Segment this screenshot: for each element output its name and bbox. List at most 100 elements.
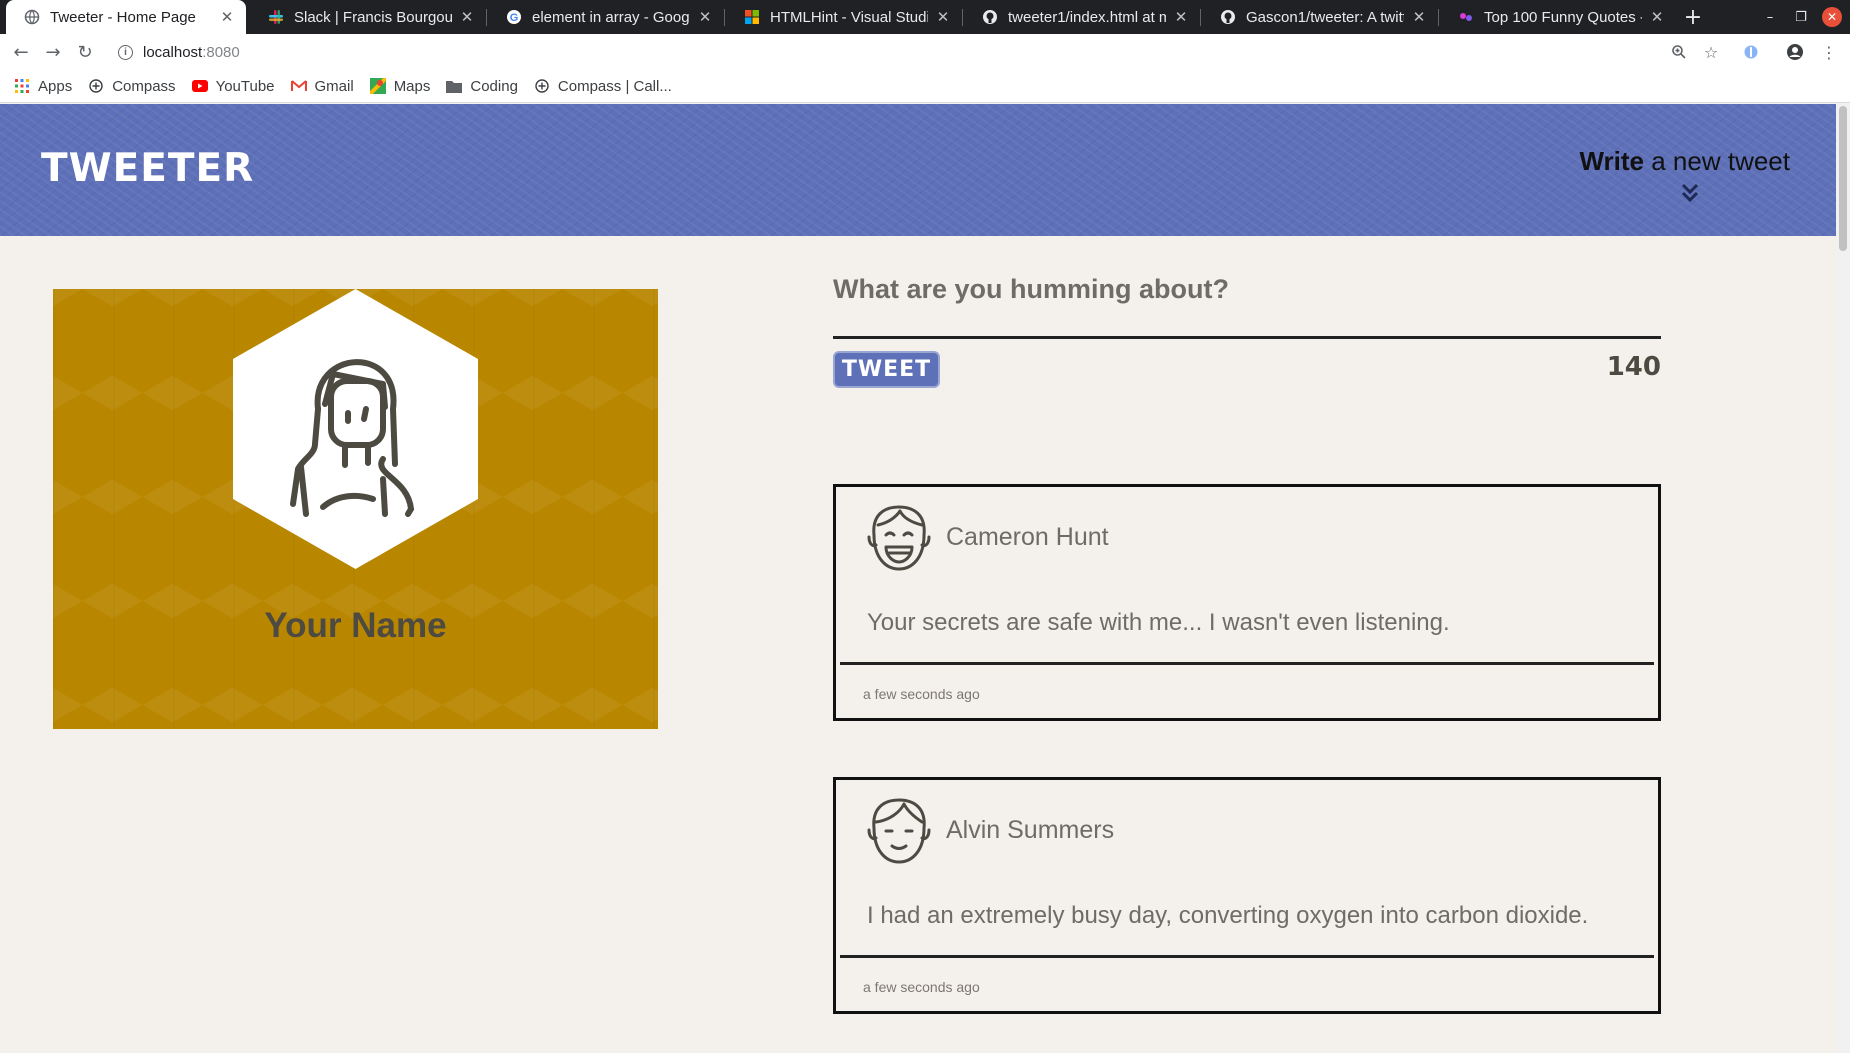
- tab-tweeter-home[interactable]: Tweeter - Home Page ✕: [6, 0, 246, 34]
- bookmarks-bar: Apps Compass YouTube Gmail Maps Coding C…: [0, 70, 1850, 103]
- bookmark-maps[interactable]: Maps: [369, 77, 431, 95]
- tweet-text: I had an extremely busy day, converting …: [867, 902, 1589, 929]
- write-label-rest: a new tweet: [1644, 146, 1790, 176]
- bookmark-compass-call[interactable]: Compass | Call...: [534, 78, 672, 95]
- tab-google-search[interactable]: G element in array - Google ✕: [488, 0, 724, 34]
- tab-title: Tweeter - Home Page: [50, 8, 196, 26]
- tweet-button[interactable]: TWEET: [833, 351, 940, 388]
- compass-icon: [534, 78, 550, 94]
- bookmark-label: Apps: [38, 77, 73, 95]
- bookmark-label: Compass | Call...: [557, 77, 672, 95]
- bookmark-folder-coding[interactable]: Coding: [446, 78, 518, 95]
- bookmark-apps[interactable]: Apps: [14, 78, 72, 95]
- close-window-button[interactable]: ✕: [1822, 7, 1842, 27]
- back-button[interactable]: ←: [10, 41, 32, 63]
- minimize-window-button[interactable]: –: [1760, 7, 1780, 27]
- tab-title: element in array - Google: [532, 8, 690, 26]
- close-tab-icon[interactable]: ✕: [1172, 8, 1190, 26]
- tweet-author: Cameron Hunt: [946, 523, 1109, 551]
- smiling-face-avatar-icon: [867, 798, 931, 864]
- bookmark-star-icon[interactable]: ☆: [1700, 41, 1722, 63]
- microsoft-icon: [744, 9, 760, 25]
- reload-button[interactable]: ↻: [74, 41, 96, 63]
- laughing-face-avatar-icon: [867, 505, 931, 571]
- browser-tab-strip: Tweeter - Home Page ✕ Slack | Francis Bo…: [0, 0, 1850, 34]
- tweet-textarea[interactable]: What are you humming about?: [833, 274, 1229, 305]
- tab-github-index[interactable]: tweeter1/index.html at m ✕: [964, 0, 1200, 34]
- apps-grid-icon: [14, 78, 30, 94]
- tab-title: Gascon1/tweeter: A twitt: [1246, 8, 1404, 26]
- close-tab-icon[interactable]: ✕: [1648, 8, 1666, 26]
- close-tab-icon[interactable]: ✕: [458, 8, 476, 26]
- tab-separator: [486, 9, 487, 26]
- url-host: localhost: [143, 43, 203, 61]
- bookmark-label: Gmail: [314, 77, 354, 95]
- url-port: :8080: [202, 43, 240, 61]
- profile-card: Your Name: [53, 289, 658, 729]
- zoom-icon[interactable]: [1668, 41, 1690, 63]
- globe-icon: [24, 9, 40, 25]
- site-logo[interactable]: TWEETER: [41, 146, 254, 191]
- tab-separator: [1200, 9, 1201, 26]
- tweet-divider: [840, 955, 1654, 958]
- tweet-timestamp: a few seconds ago: [863, 979, 980, 995]
- write-new-tweet-toggle[interactable]: Write a new tweet: [1579, 146, 1790, 177]
- bookmark-compass[interactable]: Compass: [88, 77, 176, 95]
- tab-separator: [724, 9, 725, 26]
- bookmark-gmail[interactable]: Gmail: [290, 77, 354, 95]
- close-tab-icon[interactable]: ✕: [1410, 8, 1428, 26]
- site-info-icon[interactable]: i: [118, 44, 133, 60]
- tweet-card: Alvin Summers I had an extremely busy da…: [833, 777, 1661, 1014]
- scrollbar-thumb[interactable]: [1839, 106, 1847, 251]
- github-icon: [1220, 9, 1236, 25]
- bookmark-label: Coding: [470, 77, 518, 95]
- folder-icon: [446, 78, 463, 94]
- bookmark-label: Compass: [112, 77, 176, 95]
- google-icon: G: [506, 9, 522, 25]
- close-tab-icon[interactable]: ✕: [696, 8, 714, 26]
- textarea-underline: [833, 336, 1661, 339]
- character-counter: 140: [1606, 352, 1661, 382]
- forward-button[interactable]: →: [42, 41, 64, 63]
- quotes-icon: [1458, 9, 1474, 25]
- page-viewport: TWEETER Write a new tweet Your Name What…: [0, 104, 1850, 1053]
- tab-title: HTMLHint - Visual Studio: [770, 8, 928, 26]
- github-icon: [982, 9, 998, 25]
- tweet-author: Alvin Summers: [946, 816, 1115, 844]
- tab-title: Top 100 Funny Quotes - C: [1484, 8, 1642, 26]
- tweet-text: Your secrets are safe with me... I wasn'…: [867, 609, 1450, 636]
- page-scrollbar[interactable]: [1836, 104, 1850, 1053]
- tab-funny-quotes[interactable]: Top 100 Funny Quotes - C ✕: [1440, 0, 1676, 34]
- close-tab-icon[interactable]: ✕: [218, 8, 236, 26]
- tab-separator: [1438, 9, 1439, 26]
- tab-title: Slack | Francis Bourgouin: [294, 8, 452, 26]
- tweet-card: Cameron Hunt Your secrets are safe with …: [833, 484, 1661, 721]
- profile-name: Your Name: [264, 606, 447, 645]
- gmail-icon: [290, 78, 307, 94]
- tab-separator: [962, 9, 963, 26]
- extension-icon[interactable]: [1740, 41, 1762, 63]
- tab-title: tweeter1/index.html at m: [1008, 8, 1166, 26]
- tab-github-repo[interactable]: Gascon1/tweeter: A twitt ✕: [1202, 0, 1438, 34]
- bookmark-label: YouTube: [215, 77, 275, 95]
- youtube-icon: [191, 78, 208, 94]
- maps-icon: [369, 78, 386, 94]
- tab-htmlhint[interactable]: HTMLHint - Visual Studio ✕: [726, 0, 962, 34]
- profile-avatar-icon[interactable]: [1784, 41, 1806, 63]
- bookmark-youtube[interactable]: YouTube: [191, 77, 275, 95]
- new-tab-button[interactable]: +: [1680, 0, 1706, 34]
- tab-slack[interactable]: Slack | Francis Bourgouin ✕: [250, 0, 486, 34]
- double-chevron-down-icon[interactable]: [1678, 182, 1702, 204]
- tweet-divider: [840, 662, 1654, 665]
- close-tab-icon[interactable]: ✕: [934, 8, 952, 26]
- chrome-menu-icon[interactable]: ⋮: [1818, 41, 1840, 63]
- profile-avatar: [233, 289, 478, 569]
- svg-text:G: G: [510, 12, 519, 24]
- compass-icon: [88, 78, 104, 94]
- url-field[interactable]: i localhost:8080: [118, 41, 240, 63]
- slack-icon: [268, 9, 284, 25]
- site-header: TWEETER Write a new tweet: [0, 104, 1836, 236]
- tweet-timestamp: a few seconds ago: [863, 686, 980, 702]
- restore-window-button[interactable]: ❐: [1791, 7, 1811, 27]
- bookmark-label: Maps: [393, 77, 431, 95]
